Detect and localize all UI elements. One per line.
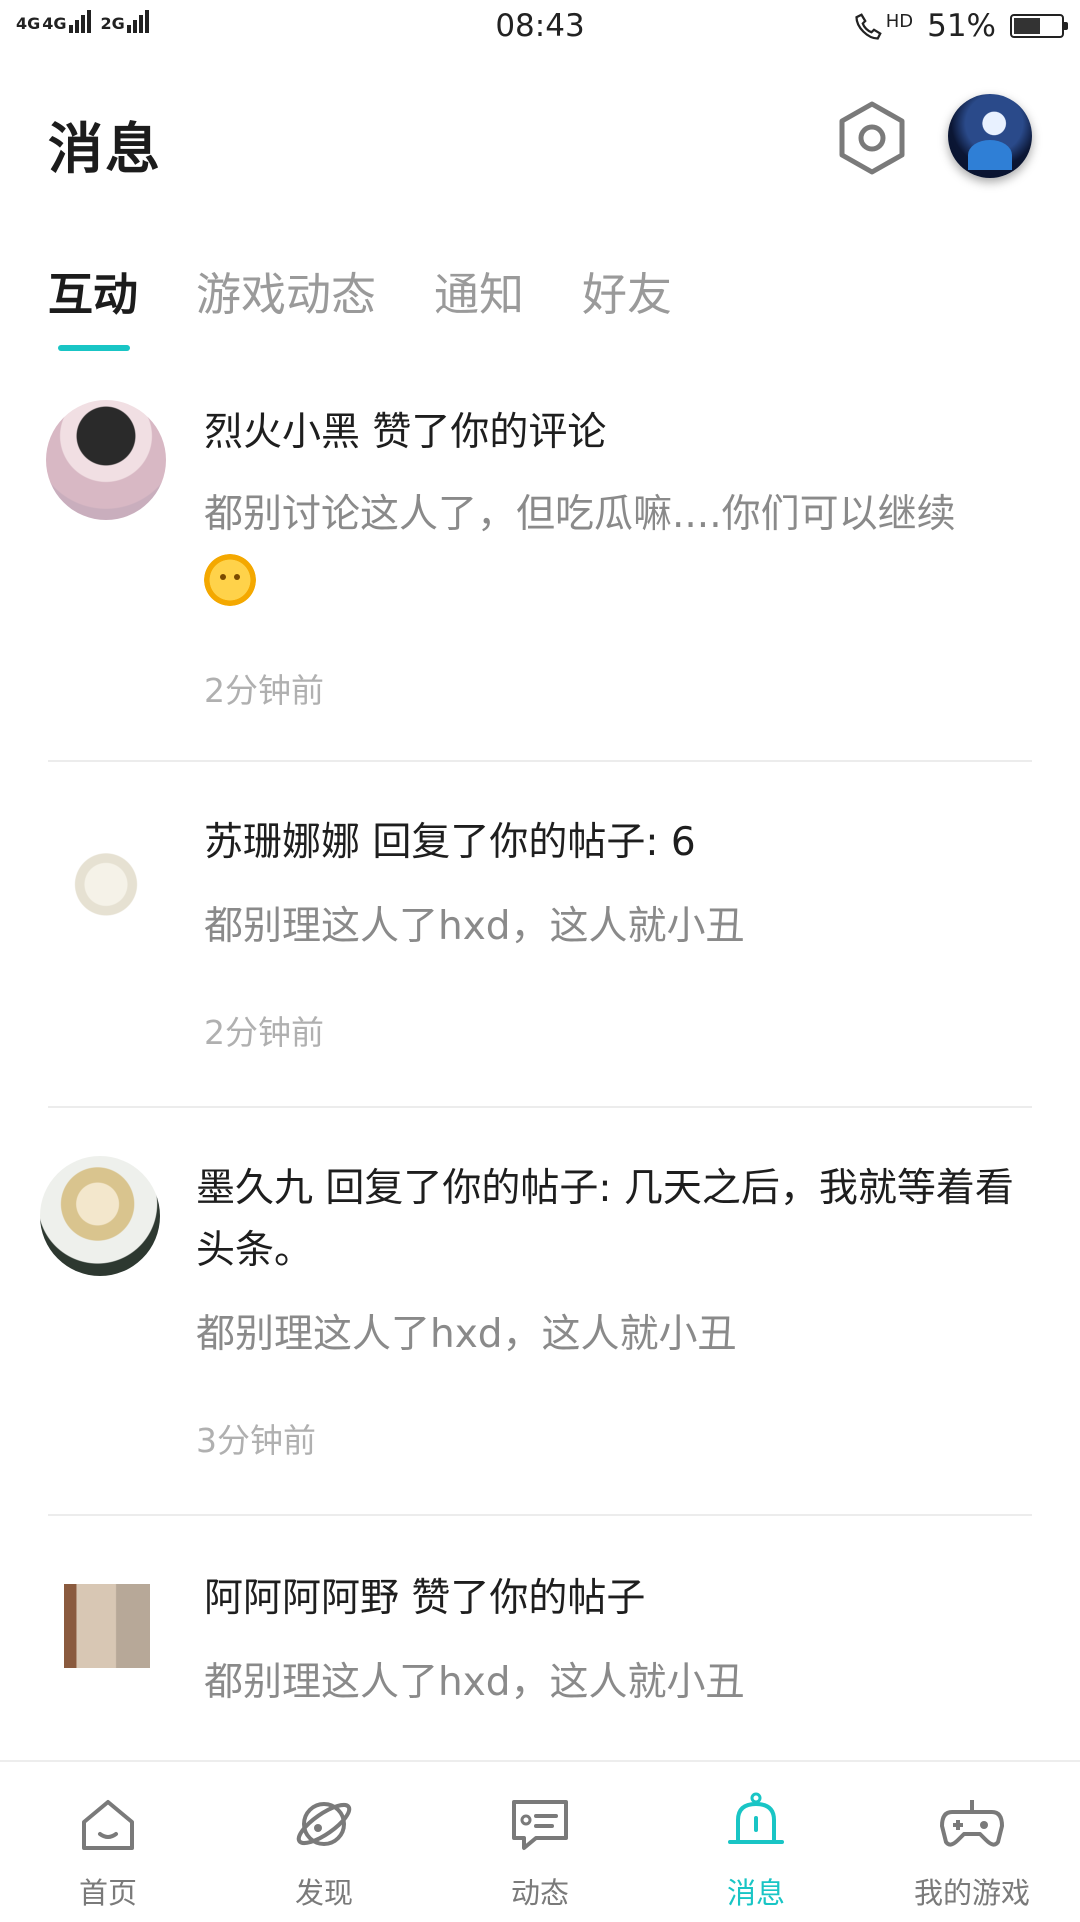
page-title: 消息	[48, 117, 163, 181]
divider	[48, 1514, 1032, 1516]
list-item[interactable]: 墨久九 回复了你的帖子: 几天之后，我就等着看头条。 都别理这人了hxd，这人就…	[0, 1156, 1080, 1506]
planet-icon	[296, 1802, 352, 1846]
list-item[interactable]: 苏珊娜娜 回复了你的帖子: 6 都别理这人了hxd，这人就小丑 2分钟前	[0, 810, 1080, 1110]
tab-interaction[interactable]: 互动	[48, 258, 138, 351]
battery-percent: 51%	[927, 8, 996, 44]
nav-discover-label: 发现	[294, 1876, 353, 1910]
my-avatar[interactable]	[948, 94, 1032, 178]
bell-icon	[728, 1792, 784, 1844]
divider	[48, 1106, 1032, 1108]
bottom-nav: 首页 发现 动态 消息 我的游戏	[0, 1760, 1080, 1922]
message-body: 都别讨论这人了，但吃瓜嘛....你们可以继续	[204, 484, 1032, 625]
message-body: 都别理这人了hxd，这人就小丑	[196, 1312, 737, 1357]
nav-discover[interactable]: 发现	[216, 1762, 432, 1922]
tab-friends[interactable]: 好友	[582, 258, 672, 351]
message-body-text: 都别讨论这人了，但吃瓜嘛....你们可以继续	[204, 492, 956, 537]
message-time: 3分钟前	[196, 1421, 316, 1460]
nav-home-label: 首页	[78, 1876, 137, 1910]
nav-home[interactable]: 首页	[0, 1762, 216, 1922]
avatar[interactable]	[40, 1156, 160, 1276]
settings-button[interactable]	[834, 100, 910, 176]
status-right: HD 51%	[854, 8, 1068, 44]
nav-my-games-label: 我的游戏	[913, 1876, 1030, 1910]
message-body: 都别理这人了hxd，这人就小丑	[204, 1660, 745, 1705]
message-title: 阿阿阿阿野 赞了你的帖子	[204, 1576, 646, 1621]
nav-feed-label: 动态	[510, 1876, 569, 1910]
message-time: 2分钟前	[204, 1013, 324, 1052]
hexagon-settings-icon	[839, 101, 905, 175]
nav-messages-label: 消息	[726, 1876, 785, 1910]
message-body: 都别理这人了hxd，这人就小丑	[204, 904, 745, 949]
chat-card-icon	[512, 1800, 568, 1850]
nav-my-games[interactable]: 我的游戏	[864, 1762, 1080, 1922]
hd-label: HD	[885, 11, 914, 32]
message-title: 烈火小黑 赞了你的评论	[204, 410, 607, 455]
avatar[interactable]	[46, 810, 166, 930]
home-icon	[82, 1800, 134, 1850]
gamepad-icon	[940, 1800, 1004, 1847]
tab-bar: 互动 游戏动态 通知 好友	[48, 258, 672, 351]
list-item[interactable]: 阿阿阿阿野 赞了你的帖子 都别理这人了hxd，这人就小丑	[0, 1566, 1080, 1756]
sun-face-emoji-icon	[204, 554, 256, 606]
message-title: 墨久九 回复了你的帖子: 几天之后，我就等着看头条。	[196, 1166, 1014, 1273]
message-time: 2分钟前	[204, 671, 324, 710]
divider	[48, 760, 1032, 762]
message-title: 苏珊娜娜 回复了你的帖子: 6	[204, 820, 696, 865]
nav-messages[interactable]: 消息	[648, 1762, 864, 1922]
hd-call-icon: HD	[854, 11, 913, 41]
list-item[interactable]: 烈火小黑 赞了你的评论 都别讨论这人了，但吃瓜嘛....你们可以继续 2分钟前	[0, 400, 1080, 756]
avatar[interactable]	[46, 400, 166, 520]
battery-icon	[1010, 14, 1068, 38]
tab-notifications[interactable]: 通知	[434, 258, 524, 351]
tab-game-updates[interactable]: 游戏动态	[196, 258, 376, 351]
status-bar: 4G 4G 2G 08:43 HD 51%	[0, 0, 1080, 56]
nav-feed[interactable]: 动态	[432, 1762, 648, 1922]
avatar[interactable]	[64, 1584, 150, 1668]
